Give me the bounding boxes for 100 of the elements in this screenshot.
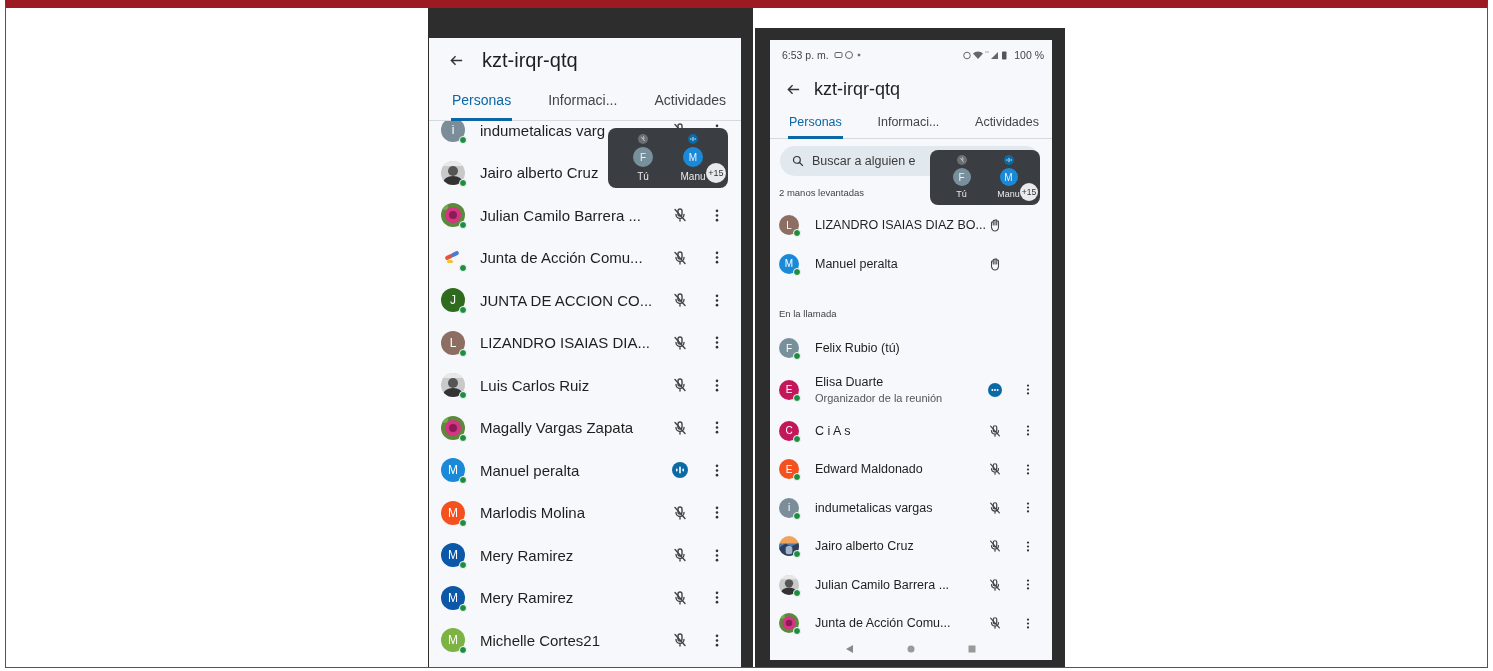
avatar: M bbox=[999, 168, 1018, 186]
more-options-icon[interactable] bbox=[715, 251, 719, 265]
participant-name: Elisa Duarte bbox=[815, 375, 884, 389]
more-options-icon[interactable] bbox=[715, 591, 719, 605]
avatar: F bbox=[779, 338, 799, 359]
more-options-icon[interactable] bbox=[715, 633, 719, 647]
audio-badge-icon bbox=[688, 133, 698, 144]
tab[interactable]: Actividades bbox=[974, 108, 1040, 139]
raised-hand-icon bbox=[988, 218, 1002, 233]
more-options-icon[interactable] bbox=[715, 421, 719, 435]
presence-dot bbox=[459, 476, 467, 485]
meeting-title: kzt-irqr-qtq bbox=[814, 78, 900, 100]
participant-name: Junta de Acción Comu... bbox=[815, 616, 951, 631]
presence-dot bbox=[459, 306, 467, 315]
more-count-badge[interactable]: +15 bbox=[1020, 183, 1038, 201]
back-icon[interactable] bbox=[845, 644, 856, 654]
muted-mic-icon[interactable] bbox=[988, 462, 1002, 477]
more-options-icon[interactable] bbox=[715, 463, 719, 477]
avatar: E bbox=[779, 459, 799, 480]
muted-mic-icon[interactable] bbox=[988, 500, 1002, 515]
avatar: L bbox=[441, 330, 465, 355]
more-options-icon[interactable] bbox=[715, 548, 719, 562]
presence-dot bbox=[793, 473, 801, 482]
avatar: F bbox=[952, 168, 971, 186]
muted-mic-icon[interactable] bbox=[988, 539, 1002, 554]
tile-label: Tú bbox=[956, 189, 967, 199]
presence-dot bbox=[459, 263, 467, 272]
raised-hand-icon bbox=[988, 256, 1002, 271]
home-icon[interactable] bbox=[906, 644, 916, 654]
more-options-icon[interactable] bbox=[715, 506, 719, 520]
muted-mic-icon[interactable] bbox=[672, 292, 688, 309]
tab[interactable]: Informaci... bbox=[547, 82, 619, 121]
participant-name: LIZANDRO ISAIAS DIAZ BO... bbox=[815, 218, 986, 233]
participant-name: Michelle Cortes21 bbox=[480, 631, 601, 649]
more-options-icon[interactable] bbox=[1026, 502, 1030, 514]
dots-icon bbox=[988, 382, 1002, 397]
avatar: E bbox=[779, 379, 799, 400]
muted-mic-icon[interactable] bbox=[672, 249, 688, 266]
presence-dot bbox=[793, 267, 801, 276]
muted-mic-icon[interactable] bbox=[672, 419, 688, 436]
avatar: M bbox=[441, 543, 465, 568]
tab[interactable]: Personas bbox=[788, 108, 843, 139]
avatar: L bbox=[779, 215, 799, 236]
muted-mic-icon[interactable] bbox=[988, 616, 1002, 631]
muted-mic-icon[interactable] bbox=[988, 423, 1002, 438]
presence-dot bbox=[793, 511, 801, 520]
presence-dot bbox=[793, 550, 801, 559]
tab[interactable]: Informaci... bbox=[876, 108, 941, 139]
participant-name: Marlodis Molina bbox=[480, 504, 586, 522]
participant-role: Organizador de la reunión bbox=[815, 392, 943, 404]
more-options-icon[interactable] bbox=[1026, 425, 1030, 437]
more-options-icon[interactable] bbox=[1026, 540, 1030, 552]
more-options-icon[interactable] bbox=[1026, 463, 1030, 475]
presence-dot bbox=[459, 561, 467, 570]
participant-name: indumetalicas vargas bbox=[815, 500, 933, 515]
presence-dot bbox=[459, 178, 467, 187]
presence-dot bbox=[793, 434, 801, 443]
search-icon bbox=[792, 155, 804, 167]
more-options-icon[interactable] bbox=[715, 336, 719, 350]
section-label: 2 manos levantadas bbox=[779, 187, 865, 198]
avatar: M bbox=[441, 585, 465, 610]
muted-mic-icon[interactable] bbox=[672, 504, 688, 521]
participant-name: Manuel peralta bbox=[815, 256, 898, 271]
participant-name: Magally Vargas Zapata bbox=[480, 419, 634, 437]
recents-icon[interactable] bbox=[966, 644, 977, 654]
more-options-icon[interactable] bbox=[715, 378, 719, 392]
muted-mic-icon[interactable] bbox=[672, 547, 688, 564]
avatar: M bbox=[441, 458, 465, 483]
muted-mic-icon[interactable] bbox=[672, 334, 688, 351]
more-options-icon[interactable] bbox=[715, 293, 719, 307]
participant-name: C i A s bbox=[815, 423, 851, 438]
muted-badge-icon bbox=[956, 154, 967, 165]
participant-name: Jairo alberto Cruz bbox=[815, 539, 914, 554]
avatar: M bbox=[779, 253, 799, 274]
muted-mic-icon[interactable] bbox=[672, 632, 688, 649]
call-overlay[interactable]: F Tú M Manu +15 bbox=[930, 150, 1040, 205]
participant-name: Luis Carlos Ruiz bbox=[480, 376, 590, 394]
more-options-icon[interactable] bbox=[1026, 579, 1030, 591]
participant-name: Felix Rubio (tú) bbox=[815, 341, 900, 356]
participant-name: Junta de Acción Comu... bbox=[480, 249, 643, 267]
muted-mic-icon[interactable] bbox=[672, 589, 688, 606]
call-overlay[interactable]: F Tú M Manu +15 bbox=[608, 128, 728, 188]
avatar: M bbox=[441, 500, 465, 525]
presence-dot bbox=[459, 433, 467, 442]
avatar: J bbox=[441, 288, 465, 313]
presence-dot bbox=[459, 391, 467, 400]
more-options-icon[interactable] bbox=[1026, 617, 1030, 629]
presence-dot bbox=[459, 136, 467, 145]
system-status-icons bbox=[963, 50, 1010, 60]
more-options-icon[interactable] bbox=[715, 208, 719, 222]
tab[interactable]: Actividades bbox=[653, 82, 727, 121]
more-count-badge[interactable]: +15 bbox=[706, 163, 726, 183]
tile-label: Manu bbox=[997, 189, 1020, 199]
muted-mic-icon[interactable] bbox=[672, 207, 688, 224]
participant-name: JUNTA DE ACCION CO... bbox=[480, 291, 653, 309]
participant-name: Mery Ramirez bbox=[480, 589, 574, 607]
section-label: En la llamada bbox=[779, 308, 837, 319]
more-options-icon[interactable] bbox=[1026, 384, 1030, 395]
muted-mic-icon[interactable] bbox=[672, 377, 688, 394]
muted-mic-icon[interactable] bbox=[988, 577, 1002, 592]
